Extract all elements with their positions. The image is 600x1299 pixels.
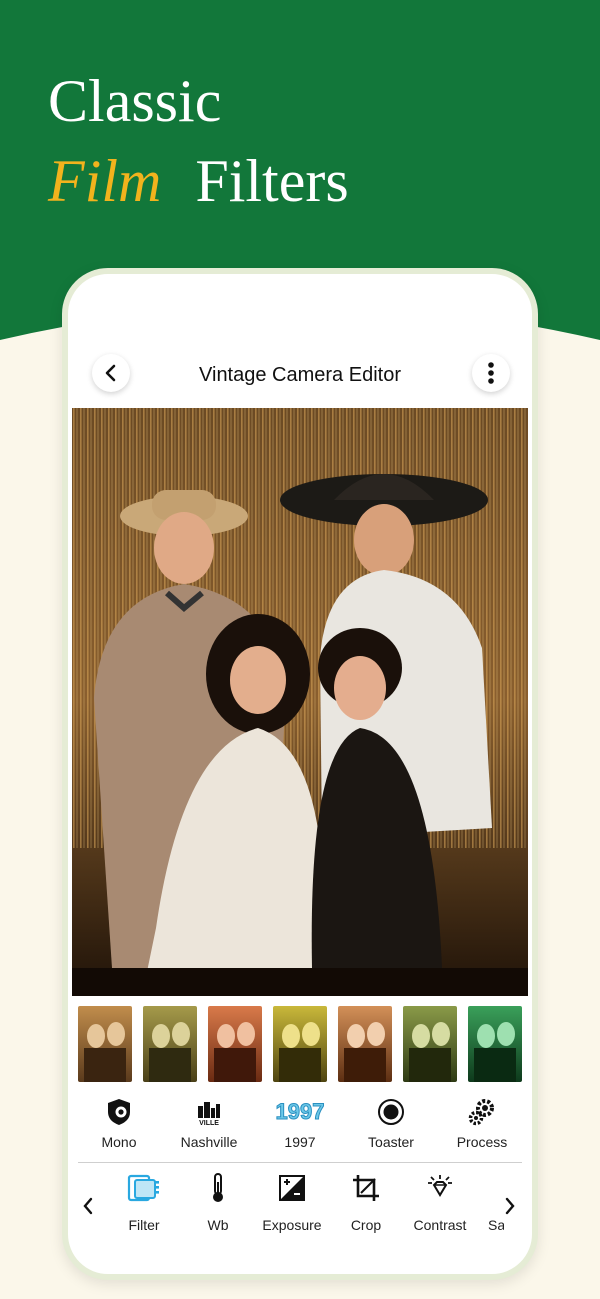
thumbnail-1[interactable] [78, 1006, 132, 1082]
toaster-circle-icon [378, 1099, 404, 1125]
filter-1997[interactable]: 1997 1997 [255, 1096, 345, 1151]
app-screen: Vintage Camera Editor Mono VILLE Nashvil… [72, 278, 528, 1270]
nashville-city-icon: VILLE [198, 1102, 220, 1126]
filter-film-icon [127, 1174, 159, 1202]
edit-toolbar: Filter Wb Exposure Crop Contrast Sa [72, 1170, 528, 1250]
crop-icon [353, 1175, 379, 1201]
scroll-right-button[interactable] [500, 1194, 520, 1218]
app-top-bar: Vintage Camera Editor [72, 350, 528, 400]
toolbar-divider [78, 1162, 522, 1163]
filter-mono[interactable]: Mono [74, 1096, 164, 1150]
thumbnail-3[interactable] [208, 1006, 262, 1082]
tool-saturation[interactable]: Sa [456, 1170, 504, 1233]
filter-process[interactable]: Process [437, 1096, 527, 1150]
filter-toaster[interactable]: Toaster [346, 1096, 436, 1150]
exposure-icon [279, 1175, 305, 1201]
scroll-left-button[interactable] [78, 1194, 98, 1218]
chevron-right-icon [505, 1197, 515, 1215]
photo-image [72, 408, 528, 996]
tool-crop[interactable]: Crop [326, 1170, 406, 1233]
svg-text:VILLE: VILLE [199, 1120, 219, 1126]
thumbnail-2[interactable] [143, 1006, 197, 1082]
app-title: Vintage Camera Editor [199, 364, 401, 386]
headline-filters: Filters [195, 148, 349, 214]
filter-nashville[interactable]: VILLE Nashville [164, 1096, 254, 1150]
more-menu-button[interactable] [472, 354, 510, 392]
1997-text-icon: 1997 [275, 1099, 325, 1125]
thumbnail-4[interactable] [273, 1006, 327, 1082]
filter-thumbnails [72, 1002, 528, 1086]
diamond-sun-icon [428, 1175, 452, 1197]
thumbnail-7[interactable] [468, 1006, 522, 1082]
thumbnail-5[interactable] [338, 1006, 392, 1082]
tool-filter[interactable]: Filter [104, 1170, 184, 1233]
tool-wb[interactable]: Wb [178, 1170, 258, 1233]
saturation-icon [466, 1174, 494, 1202]
gears-icon [468, 1099, 494, 1126]
filter-presets: Mono VILLE Nashville 1997 1997 Toaster P… [72, 1096, 528, 1160]
edited-photo[interactable] [72, 408, 528, 996]
phone-frame: Vintage Camera Editor Mono VILLE Nashvil… [62, 268, 538, 1280]
promo-headline: Classic Film Filters [48, 62, 349, 220]
thermometer-icon [213, 1173, 223, 1202]
more-vertical-icon [488, 362, 494, 384]
thumbnail-6[interactable] [403, 1006, 457, 1082]
chevron-left-icon [83, 1197, 93, 1215]
headline-classic: Classic [48, 68, 222, 134]
mono-shield-icon [108, 1099, 130, 1125]
tool-exposure[interactable]: Exposure [252, 1170, 332, 1233]
headline-film: Film [48, 148, 162, 214]
